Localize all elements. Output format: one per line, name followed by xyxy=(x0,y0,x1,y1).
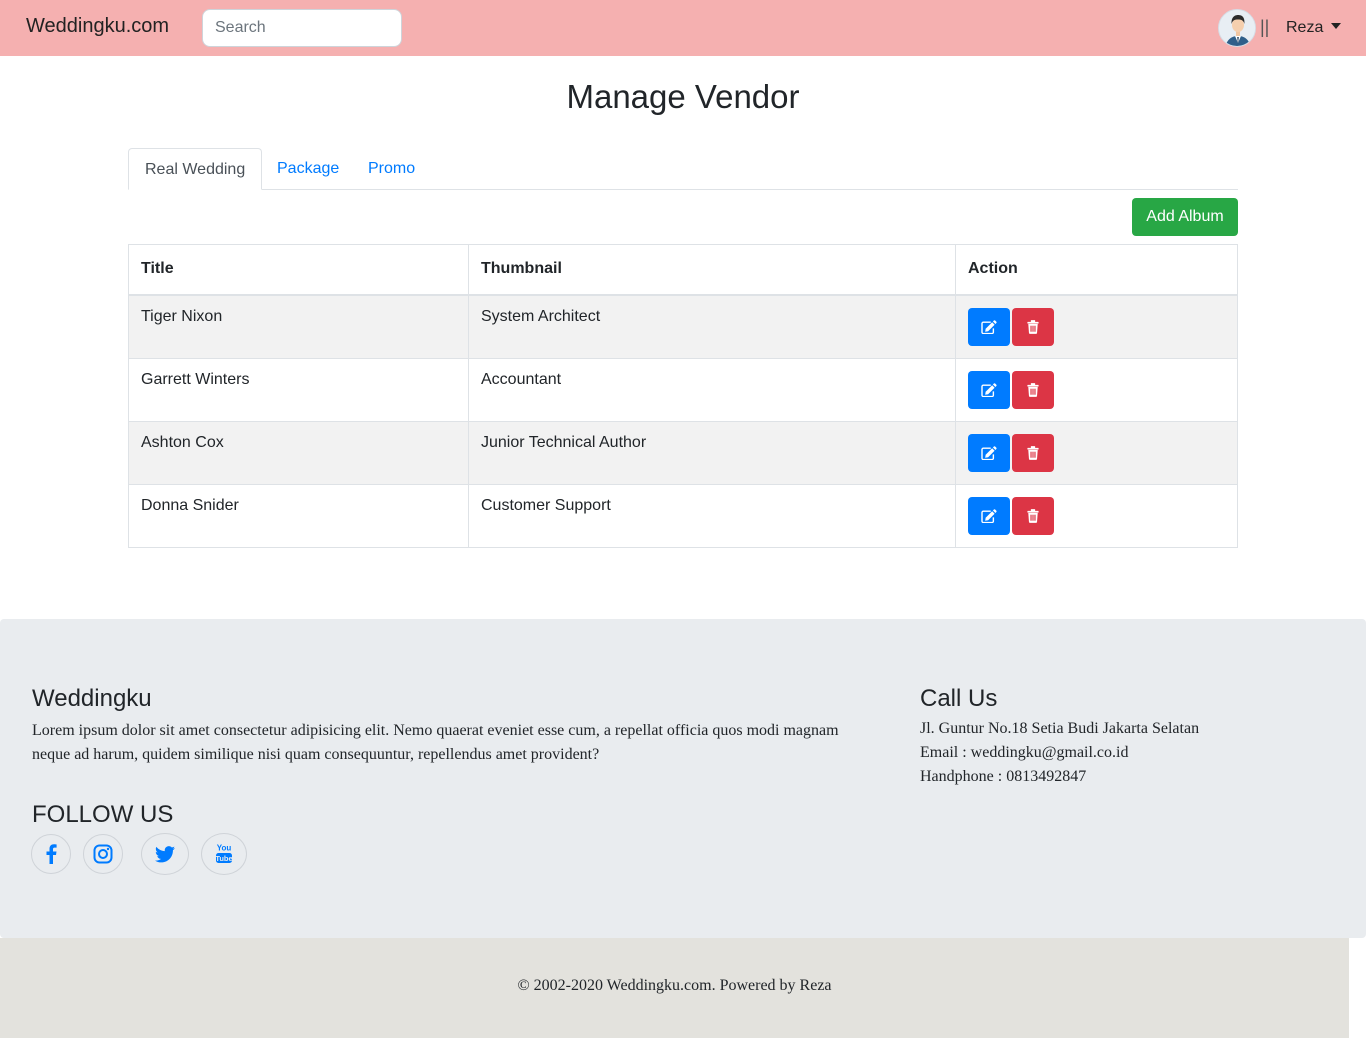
svg-text:You: You xyxy=(217,844,232,853)
twitter-link[interactable] xyxy=(141,833,189,875)
navbar: Weddingku.com || Reza xyxy=(0,0,1366,56)
nav-separator: || xyxy=(1260,17,1270,37)
cell-thumbnail: Junior Technical Author xyxy=(468,420,956,485)
facebook-link[interactable] xyxy=(31,834,71,874)
footer-email: Email : weddingku@gmail.co.id xyxy=(920,744,1129,761)
search-input[interactable] xyxy=(202,9,402,47)
tab-bar: Real Wedding Package Promo xyxy=(128,148,1238,190)
cell-action xyxy=(955,483,1238,548)
brand-logo[interactable]: Weddingku.com xyxy=(26,15,169,38)
cell-thumbnail: Customer Support xyxy=(468,483,956,548)
instagram-icon xyxy=(93,844,113,864)
column-header-thumbnail: Thumbnail xyxy=(468,244,956,296)
tab-package[interactable]: Package xyxy=(261,148,355,190)
table-header-row: Title Thumbnail Action xyxy=(128,244,1238,296)
twitter-icon xyxy=(155,845,175,862)
cell-thumbnail: System Architect xyxy=(468,294,956,359)
cell-action xyxy=(955,357,1238,422)
add-album-button[interactable]: Add Album xyxy=(1132,198,1238,236)
edit-icon xyxy=(981,445,997,460)
user-name: Reza xyxy=(1286,19,1324,36)
footer: Weddingku Lorem ipsum dolor sit amet con… xyxy=(0,619,1366,938)
trash-icon xyxy=(1027,319,1039,334)
cell-title: Garrett Winters xyxy=(128,357,469,422)
user-avatar-icon xyxy=(1219,10,1255,46)
edit-button[interactable] xyxy=(968,370,1010,409)
delete-button[interactable] xyxy=(1012,496,1054,535)
trash-icon xyxy=(1027,445,1039,460)
column-header-title: Title xyxy=(128,244,469,296)
cell-title: Donna Snider xyxy=(128,483,469,548)
facebook-icon xyxy=(46,844,57,864)
caret-down-icon xyxy=(1331,23,1342,29)
delete-button[interactable] xyxy=(1012,370,1054,409)
copyright-text: © 2002-2020 Weddingku.com. Powered by Re… xyxy=(517,977,832,994)
edit-icon xyxy=(981,382,997,397)
footer-phone: Handphone : 0813492847 xyxy=(920,768,1087,785)
edit-button[interactable] xyxy=(968,496,1010,535)
footer-about-title: Weddingku xyxy=(32,685,152,712)
footer-contact-title: Call Us xyxy=(920,685,998,712)
youtube-icon: You Tube xyxy=(215,844,233,863)
edit-icon xyxy=(981,319,997,334)
cell-title: Ashton Cox xyxy=(128,420,469,485)
table-row: Ashton Cox Junior Technical Author xyxy=(128,420,1238,485)
table-row: Tiger Nixon System Architect xyxy=(128,294,1238,359)
instagram-link[interactable] xyxy=(83,834,123,874)
cell-action xyxy=(955,420,1238,485)
footer-address: Jl. Guntur No.18 Setia Budi Jakarta Sela… xyxy=(920,720,1200,737)
copyright-bar: © 2002-2020 Weddingku.com. Powered by Re… xyxy=(0,938,1349,1038)
table-row: Garrett Winters Accountant xyxy=(128,357,1238,422)
vendor-table: Title Thumbnail Action Tiger Nixon System… xyxy=(128,244,1238,548)
svg-text:Tube: Tube xyxy=(215,854,232,863)
edit-icon xyxy=(981,508,997,523)
cell-thumbnail: Accountant xyxy=(468,357,956,422)
footer-about-text: Lorem ipsum dolor sit amet consectetur a… xyxy=(32,722,839,763)
cell-title: Tiger Nixon xyxy=(128,294,469,359)
tab-real-wedding[interactable]: Real Wedding xyxy=(128,148,263,190)
edit-button[interactable] xyxy=(968,433,1010,472)
edit-button[interactable] xyxy=(968,307,1010,346)
table-row: Donna Snider Customer Support xyxy=(128,483,1238,548)
avatar[interactable] xyxy=(1218,9,1256,47)
trash-icon xyxy=(1027,508,1039,523)
footer-follow-title: FOLLOW US xyxy=(32,801,174,828)
user-menu-dropdown[interactable]: Reza xyxy=(1286,19,1342,37)
tab-promo[interactable]: Promo xyxy=(352,148,431,190)
delete-button[interactable] xyxy=(1012,433,1054,472)
youtube-link[interactable]: You Tube xyxy=(201,833,247,875)
delete-button[interactable] xyxy=(1012,307,1054,346)
page-title: Manage Vendor xyxy=(566,78,800,115)
column-header-action: Action xyxy=(955,244,1238,296)
trash-icon xyxy=(1027,382,1039,397)
cell-action xyxy=(955,294,1238,359)
